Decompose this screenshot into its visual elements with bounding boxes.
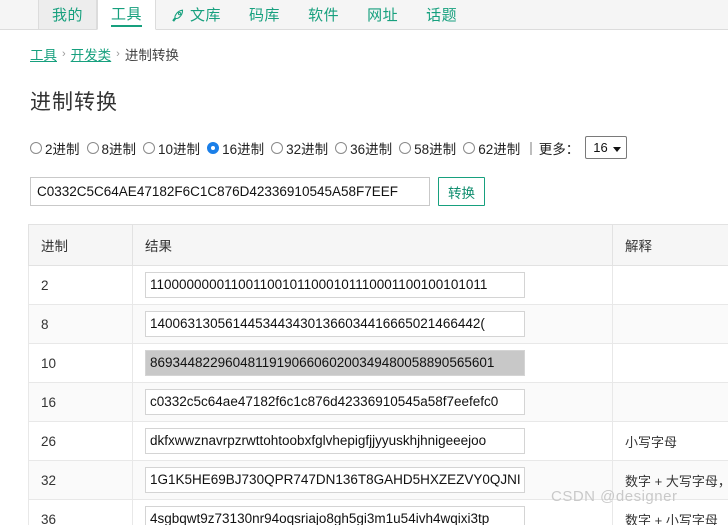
nav-tab-label: 工具 (111, 3, 143, 27)
nav-tab-label: 网址 (367, 7, 399, 24)
breadcrumb-current: 进制转换 (124, 48, 179, 63)
pen-icon (170, 8, 186, 24)
result-value-box[interactable]: 1400631305614453443430136603441666502146… (145, 311, 525, 337)
radio-circle-icon[interactable] (86, 141, 99, 154)
radio-circle-icon[interactable] (30, 141, 42, 154)
nav-tab-library[interactable]: 文库 (156, 0, 235, 29)
more-base-select-wrapper[interactable]: 16 (585, 136, 628, 159)
table-row: 32 1G1K5HE69BJ730QPR747DN136T8GAHD5HXZEZ… (28, 460, 728, 500)
breadcrumb-link-dev[interactable]: 开发类 (71, 44, 112, 64)
nav-tab-label: 我的 (52, 7, 84, 24)
cell-base: 2 (28, 265, 133, 305)
radio-divider: | (529, 140, 533, 155)
cell-result: 8693448229604811919066060200349480058890… (132, 343, 613, 383)
radio-circle-icon[interactable] (143, 141, 156, 154)
page-title: 进制转换 (30, 91, 118, 114)
nav-tab-label: 话题 (426, 7, 458, 24)
cell-result: dkfxwwznavrpzrwttohtoobxfglvhepigfjjyyus… (132, 421, 613, 461)
breadcrumb: 工具 › 开发类 › 进制转换 (30, 44, 728, 64)
cell-explain (612, 382, 728, 422)
cell-result: 1G1K5HE69BJ730QPR747DN136T8GAHD5HXZEZVY0… (132, 460, 613, 500)
radio-base-32[interactable]: 32进制 (271, 138, 328, 158)
radio-label: 32进制 (286, 141, 329, 157)
cell-explain (612, 265, 728, 305)
nav-tab-tools[interactable]: 工具 (97, 0, 157, 30)
explain-text: 数字 + 小写字母 (625, 512, 718, 525)
cell-explain (612, 343, 728, 383)
radio-label: 62进制 (478, 141, 521, 157)
conversion-form: 转换 (30, 177, 728, 206)
nav-tab-label: 文库 (190, 7, 222, 24)
results-table: 进制 结果 解释 2 11000000001100110010110001011… (28, 224, 728, 525)
result-value-box-selected[interactable]: 8693448229604811919066060200349480058890… (145, 350, 525, 376)
radio-label: 2进制 (45, 141, 80, 157)
nav-tab-website[interactable]: 网址 (353, 0, 412, 29)
cell-result: 4sgbqwt9z73130nr94oqsriajo8gh5gi3m1u54iv… (132, 499, 613, 525)
nav-tab-code[interactable]: 码库 (235, 0, 294, 29)
radio-circle-icon[interactable] (399, 141, 412, 154)
radio-label: 36进制 (350, 141, 393, 157)
radio-label: 58进制 (414, 141, 457, 157)
table-header-row: 进制 结果 解释 (28, 224, 728, 266)
radio-circle-icon[interactable] (335, 141, 348, 154)
radio-base-10[interactable]: 10进制 (143, 138, 200, 158)
radio-circle-icon[interactable] (463, 141, 476, 154)
cell-base: 26 (28, 421, 133, 461)
convert-button[interactable]: 转换 (438, 177, 485, 206)
cell-explain: 数字 + 小写字母 (612, 499, 728, 525)
radio-base-2[interactable]: 2进制 (30, 138, 80, 158)
radio-label: 10进制 (158, 141, 201, 157)
table-row: 36 4sgbqwt9z73130nr94oqsriajo8gh5gi3m1u5… (28, 499, 728, 525)
nav-tab-topic[interactable]: 话题 (412, 0, 471, 29)
result-value-box[interactable]: 4sgbqwt9z73130nr94oqsriajo8gh5gi3m1u54iv… (145, 506, 525, 525)
table-row: 26 dkfxwwznavrpzrwttohtoobxfglvhepigfjjy… (28, 421, 728, 461)
cell-base: 8 (28, 304, 133, 344)
top-navbar: 我的 工具 文库 码库 软件 网址 话题 (0, 0, 728, 30)
more-base-select[interactable]: 16 (585, 136, 628, 159)
radio-label: 16进制 (222, 141, 265, 157)
source-value-input[interactable] (30, 177, 430, 206)
table-row: 8 14006313056144534434301366034416665021… (28, 304, 728, 344)
radio-base-62[interactable]: 62进制 (463, 138, 520, 158)
breadcrumb-separator: › (116, 48, 120, 60)
cell-base: 36 (28, 499, 133, 525)
cell-base: 16 (28, 382, 133, 422)
header-explain: 解释 (612, 224, 728, 266)
nav-tab-software[interactable]: 软件 (294, 0, 353, 29)
results-table-wrapper: 进制 结果 解释 2 11000000001100110010110001011… (28, 224, 728, 525)
result-value-box[interactable]: dkfxwwznavrpzrwttohtoobxfglvhepigfjjyyus… (145, 428, 525, 454)
breadcrumb-separator: › (62, 48, 66, 60)
result-value-box[interactable]: 1G1K5HE69BJ730QPR747DN136T8GAHD5HXZEZVY0… (145, 467, 525, 493)
cell-result: 1400631305614453443430136603441666502146… (132, 304, 613, 344)
header-result: 结果 (132, 224, 613, 266)
radio-base-16[interactable]: 16进制 (207, 138, 264, 158)
cell-base: 10 (28, 343, 133, 383)
base-radio-group: 2进制 8进制 10进制 16进制 32进制 36进制 58进制 62进制 | … (30, 136, 728, 159)
cell-explain: 数字 + 大写字母，不 (612, 460, 728, 500)
cell-explain (612, 304, 728, 344)
breadcrumb-link-tools[interactable]: 工具 (30, 44, 57, 64)
result-value-box[interactable]: c0332c5c64ae47182f6c1c876d42336910545a58… (145, 389, 525, 415)
nav-tab-my[interactable]: 我的 (38, 0, 98, 29)
explain-text: 数字 + 大写字母，不 (625, 473, 728, 489)
cell-explain: 小写字母 (612, 421, 728, 461)
radio-label: 8进制 (101, 141, 137, 157)
radio-circle-icon[interactable] (271, 141, 284, 154)
nav-tab-label: 码库 (249, 7, 281, 24)
cell-base: 32 (28, 460, 133, 500)
radio-base-58[interactable]: 58进制 (399, 138, 456, 158)
radio-base-36[interactable]: 36进制 (335, 138, 392, 158)
result-value-box[interactable]: 1100000000110011001011000101110001100100… (145, 272, 525, 298)
radio-base-8[interactable]: 8进制 (86, 138, 137, 158)
nav-tab-label: 软件 (308, 7, 340, 24)
cell-result: c0332c5c64ae47182f6c1c876d42336910545a58… (132, 382, 613, 422)
header-base: 进制 (28, 224, 133, 266)
table-row: 10 8693448229604811919066060200349480058… (28, 343, 728, 383)
table-row: 2 11000000001100110010110001011100011001… (28, 265, 728, 305)
more-label: 更多： (538, 141, 580, 157)
table-row: 16 c0332c5c64ae47182f6c1c876d42336910545… (28, 382, 728, 422)
explain-text: 小写字母 (625, 434, 678, 450)
radio-circle-icon-selected[interactable] (207, 141, 220, 154)
cell-result: 1100000000110011001011000101110001100100… (132, 265, 613, 305)
